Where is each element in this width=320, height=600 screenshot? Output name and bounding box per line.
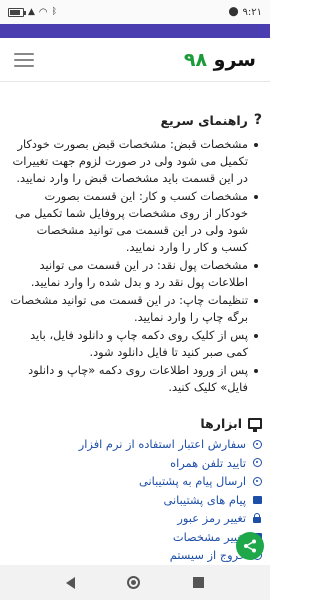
tool-link-label: خروج از سیستم	[169, 548, 246, 562]
tools-title: ابزارها	[200, 416, 242, 431]
bluetooth-icon: ᛒ	[51, 7, 58, 17]
tool-link-label: تغییر مشخصات	[172, 529, 246, 544]
tool-link-label: سفارش اعتبار استفاده از نرم افزار	[78, 437, 246, 451]
home-icon[interactable]	[127, 576, 141, 589]
guide-heading: ? راهنمای سریع	[10, 112, 262, 128]
main-content[interactable]: ? راهنمای سریع مشخصات قبض: مشخصات قبض بص…	[0, 82, 270, 565]
guide-list: مشخصات قبض: مشخصات قبض بصورت خودکار تکمی…	[10, 136, 262, 396]
guide-item: پس از کلیک روی دکمه چاپ و دانلود فایل، ب…	[10, 327, 258, 361]
guide-item: مشخصات پول نقد: در این قسمت می توانید اط…	[10, 257, 258, 291]
send-icon	[252, 476, 262, 486]
tool-link-edit-profile[interactable]: تغییر مشخصات	[10, 528, 262, 547]
tool-link-support-messages[interactable]: پیام های پشتیبانی	[10, 491, 262, 510]
status-time: ۹:۲۱	[242, 6, 262, 18]
tool-link-label: تغییر رمز عبور	[177, 511, 246, 525]
notification-icon: ⬤	[228, 7, 239, 17]
share-fab-button[interactable]	[236, 532, 264, 560]
status-right: ⬤ ۹:۲۱	[228, 7, 262, 18]
message-icon	[252, 495, 262, 505]
app-logo[interactable]: سرو ۹۸	[184, 49, 256, 71]
tool-link-logout[interactable]: خروج از سیستم	[10, 546, 262, 565]
tool-link-send-support-message[interactable]: ارسال پیام به پشتیبانی	[10, 472, 262, 491]
check-circle-icon	[252, 458, 262, 468]
tools-heading: ابزارها	[10, 410, 262, 432]
tool-link-verify-phone[interactable]: تایید تلفن همراه	[10, 454, 262, 473]
share-icon	[244, 539, 256, 553]
app-accent-bar	[0, 24, 270, 38]
monitor-icon	[248, 418, 262, 432]
guide-item: تنظیمات چاپ: در این قسمت می توانید مشخصا…	[10, 292, 258, 326]
tool-link-label: پیام های پشتیبانی	[163, 492, 246, 507]
status-bar: ▲ ◠ ᛒ ⬤ ۹:۲۱	[0, 0, 270, 24]
guide-item: مشخصات کسب و کار: این قسمت بصورت خودکار …	[10, 188, 258, 256]
back-icon[interactable]	[66, 576, 76, 589]
tool-link-label: ارسال پیام به پشتیبانی	[138, 474, 246, 488]
tools-list: سفارش اعتبار استفاده از نرم افزار تایید …	[10, 435, 262, 565]
lock-icon	[252, 512, 262, 523]
question-icon: ?	[253, 112, 262, 128]
tool-link-order-credit[interactable]: سفارش اعتبار استفاده از نرم افزار	[10, 435, 262, 454]
guide-item: مشخصات قبض: مشخصات قبض بصورت خودکار تکمی…	[10, 136, 258, 187]
guide-item: پس از ورود اطلاعات روی دکمه «چاپ و دانلو…	[10, 362, 258, 396]
info-circle-icon	[252, 439, 262, 449]
app-header: سرو ۹۸	[0, 38, 270, 82]
recent-apps-icon[interactable]	[192, 577, 204, 588]
hamburger-menu-button[interactable]	[14, 52, 34, 67]
tool-link-label: تایید تلفن همراه	[170, 455, 246, 470]
signal-icon: ▲	[28, 7, 35, 17]
wifi-icon: ◠	[38, 6, 48, 18]
app-name: سرو	[213, 48, 256, 71]
app-name-number: ۹۸	[183, 48, 208, 71]
battery-icon	[8, 7, 26, 17]
tool-link-change-password[interactable]: تغییر رمز عبور	[10, 509, 262, 528]
system-nav-bar	[0, 565, 270, 600]
status-left: ▲ ◠ ᛒ	[8, 7, 57, 18]
guide-title: راهنمای سریع	[160, 112, 248, 128]
